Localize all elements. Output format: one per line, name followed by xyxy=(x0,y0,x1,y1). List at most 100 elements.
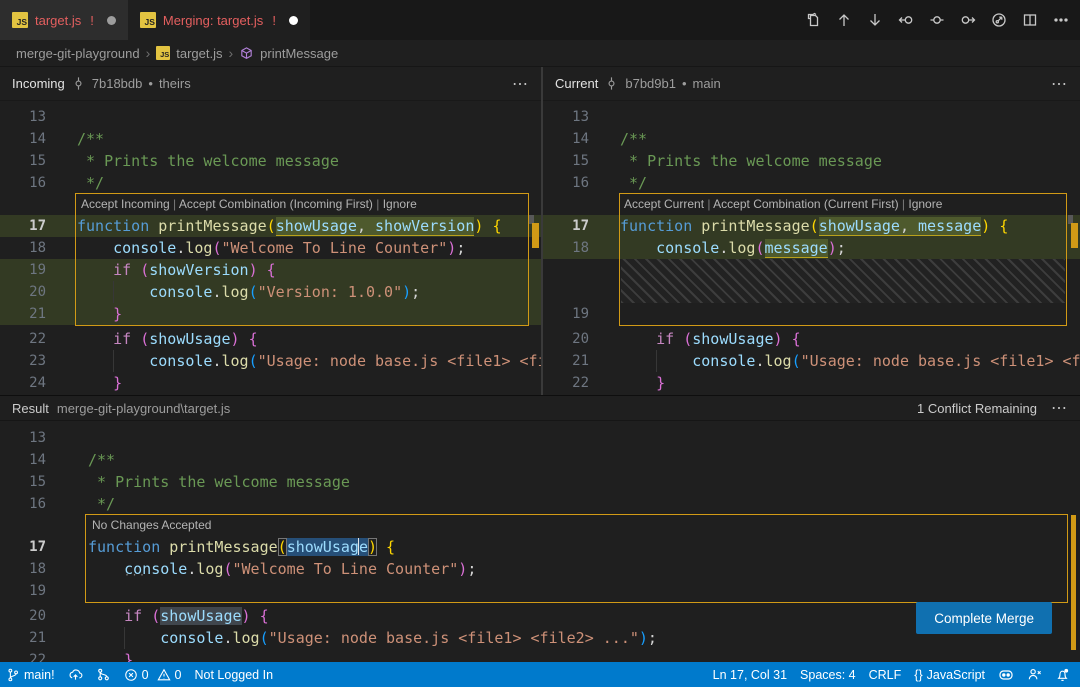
code-line[interactable]: 15 * Prints the welcome message xyxy=(0,471,1080,493)
token: . xyxy=(212,283,221,301)
code-line[interactable]: 20 console.log("Version: 1.0.0"); xyxy=(0,281,541,303)
commit-hash: b7bd9b1 xyxy=(625,76,676,91)
incoming-pane: Incoming 7b18bdb • theirs ⋯ 1314/**15 * … xyxy=(0,67,541,395)
modified-dot[interactable] xyxy=(107,16,116,25)
merge-action-link[interactable]: Accept Combination (Current First) xyxy=(713,197,898,211)
more-actions-icon[interactable]: ⋯ xyxy=(1051,398,1068,418)
more-actions-icon[interactable]: ⋯ xyxy=(1051,74,1068,94)
line-number: 13 xyxy=(0,106,46,128)
merge-action-link[interactable]: Accept Current xyxy=(624,197,704,211)
code-line[interactable]: 17function printMessage(showUsage) { xyxy=(0,536,1080,558)
code-line[interactable]: 19 xyxy=(0,580,1080,602)
git-branch-item[interactable]: main! xyxy=(6,662,55,687)
modified-dot[interactable] xyxy=(289,16,298,25)
tab-merging-target-js[interactable]: JS Merging: target.js ! xyxy=(128,0,310,40)
language-label: JavaScript xyxy=(927,668,985,682)
token xyxy=(88,607,124,625)
token: log xyxy=(222,283,249,301)
more-actions-icon[interactable]: ⋯ xyxy=(512,74,529,94)
incoming-editor[interactable]: 1314/**15 * Prints the welcome message16… xyxy=(0,101,541,395)
git-graph-item[interactable] xyxy=(96,662,111,687)
eol-item[interactable]: CRLF xyxy=(869,662,902,687)
previous-conflict-icon[interactable] xyxy=(897,11,915,29)
overview-ruler[interactable] xyxy=(528,101,541,395)
code-line[interactable]: 16 */ xyxy=(543,172,1080,194)
merge-base-icon[interactable] xyxy=(990,11,1008,29)
problems-item[interactable]: 0 0 xyxy=(124,662,182,687)
code-line[interactable]: 22 } xyxy=(543,372,1080,394)
token: console xyxy=(149,283,212,301)
code-text: /** xyxy=(88,449,115,471)
code-line[interactable]: 18 console.log(message); xyxy=(543,237,1080,259)
feedback-item[interactable] xyxy=(1027,662,1042,687)
code-line[interactable]: 13 xyxy=(543,106,1080,128)
code-line[interactable]: 13 xyxy=(0,106,541,128)
next-conflict-icon[interactable] xyxy=(959,11,977,29)
line-number: 20 xyxy=(0,281,46,303)
code-line[interactable]: 24 } xyxy=(0,372,541,394)
token: log xyxy=(185,239,212,257)
git-graph-icon xyxy=(96,667,111,682)
arrow-up-icon[interactable] xyxy=(835,11,853,29)
token xyxy=(251,607,260,625)
error-icon xyxy=(124,668,138,682)
code-line[interactable]: 16 */ xyxy=(0,172,541,194)
token: ( xyxy=(249,352,258,370)
merge-action-link[interactable]: Accept Incoming xyxy=(81,197,170,211)
breadcrumb-folder[interactable]: merge-git-playground xyxy=(16,46,140,61)
code-line[interactable]: 22 if (showUsage) { xyxy=(0,328,541,350)
language-mode-item[interactable]: {} JavaScript xyxy=(914,662,985,687)
vscode-window: JS target.js ! JS Merging: target.js ! xyxy=(0,0,1080,687)
complete-merge-button[interactable]: Complete Merge xyxy=(916,602,1052,634)
code-line[interactable]: 13 xyxy=(0,427,1080,449)
notifications-item[interactable] xyxy=(1055,662,1070,687)
token: "Usage: node base.js <file1> <file2> ...… xyxy=(801,352,1080,370)
current-editor[interactable]: 1314/**15 * Prints the welcome message16… xyxy=(543,101,1080,395)
code-line[interactable]: 19 xyxy=(543,303,1080,325)
token: printMessage xyxy=(169,538,277,556)
breadcrumb-symbol[interactable]: printMessage xyxy=(260,46,338,61)
code-line[interactable]: 17function printMessage(showUsage, messa… xyxy=(543,215,1080,237)
cursor-position-item[interactable]: Ln 17, Col 31 xyxy=(713,662,787,687)
code-line[interactable]: 21 console.log("Usage: node base.js <fil… xyxy=(543,350,1080,372)
line-number: 22 xyxy=(0,649,46,662)
copilot-item[interactable] xyxy=(998,662,1014,687)
code-line[interactable]: 14/** xyxy=(543,128,1080,150)
overview-ruler[interactable] xyxy=(1067,101,1080,395)
token: log xyxy=(765,352,792,370)
merge-action-link[interactable]: Ignore xyxy=(908,197,942,211)
code-line[interactable]: 18 console.log("Welcome To Line Counter"… xyxy=(0,237,541,259)
token: { xyxy=(267,261,276,279)
more-actions-icon[interactable] xyxy=(1052,11,1070,29)
sync-changes-item[interactable] xyxy=(68,662,83,687)
merge-action-link[interactable]: Accept Combination (Incoming First) xyxy=(179,197,373,211)
code-text: if (showVersion) { xyxy=(77,259,276,281)
code-line[interactable]: 20 if (showUsage) { xyxy=(543,328,1080,350)
code-line[interactable]: 21 } xyxy=(0,303,541,325)
code-line[interactable]: 14/** xyxy=(0,128,541,150)
login-status-item[interactable]: Not Logged In xyxy=(194,662,273,687)
code-line[interactable]: 19 if (showVersion) { xyxy=(0,259,541,281)
token: ) xyxy=(402,283,411,301)
token: if xyxy=(124,607,142,625)
code-line[interactable]: 17function printMessage(showUsage, showV… xyxy=(0,215,541,237)
breadcrumb-file[interactable]: target.js xyxy=(176,46,222,61)
code-line[interactable]: 16 */ xyxy=(0,493,1080,515)
tab-target-js[interactable]: JS target.js ! xyxy=(0,0,128,40)
token: function xyxy=(620,217,692,235)
current-conflict-icon[interactable] xyxy=(928,11,946,29)
open-file-icon[interactable] xyxy=(804,11,822,29)
code-line[interactable]: 14/** xyxy=(0,449,1080,471)
overview-ruler[interactable] xyxy=(1067,421,1080,662)
split-editor-icon[interactable] xyxy=(1021,11,1039,29)
merge-action-link[interactable]: Ignore xyxy=(383,197,417,211)
code-line[interactable]: 18 console.log("Welcome To Line Counter"… xyxy=(0,558,1080,580)
token: e xyxy=(359,538,368,556)
token xyxy=(142,607,151,625)
indentation-item[interactable]: Spaces: 4 xyxy=(800,662,856,687)
code-line[interactable]: 22 } xyxy=(0,649,1080,662)
code-line[interactable]: 23 console.log("Usage: node base.js <fil… xyxy=(0,350,541,372)
code-line[interactable]: 15 * Prints the welcome message xyxy=(543,150,1080,172)
arrow-down-icon[interactable] xyxy=(866,11,884,29)
code-line[interactable]: 15 * Prints the welcome message xyxy=(0,150,541,172)
